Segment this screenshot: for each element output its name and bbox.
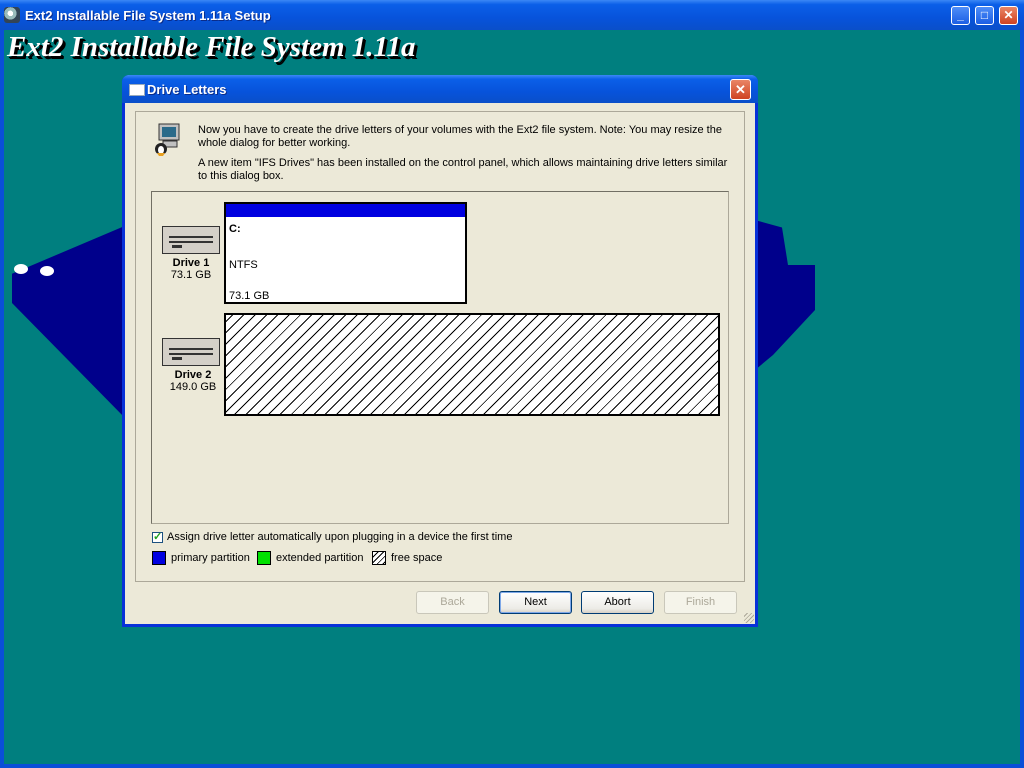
- computer-setup-icon: [155, 123, 180, 156]
- legend-primary: primary partition: [152, 551, 250, 565]
- finish-button[interactable]: Finish: [664, 591, 737, 614]
- drive-1-label: Drive 1 73.1 GB: [156, 257, 226, 281]
- partition-c[interactable]: C: NTFS 73.1 GB: [224, 202, 467, 304]
- instruction-text: Now you have to create the drive letters…: [198, 124, 722, 149]
- dialog-title: Drive Letters: [147, 82, 227, 97]
- drive-size: 149.0 GB: [169, 381, 217, 393]
- drive-letters-dialog: Drive Letters ✕ Now you have to create t…: [122, 75, 758, 627]
- minimize-button[interactable]: _: [951, 6, 970, 25]
- primary-swatch: [152, 551, 166, 565]
- legend-free-label: free space: [391, 552, 443, 564]
- free-swatch: [372, 551, 386, 565]
- disk-slot: [172, 245, 182, 248]
- legend-primary-label: primary partition: [171, 552, 250, 564]
- dialog-title-bar: Drive Letters ✕: [122, 75, 758, 103]
- setup-banner: Ext2 Installable File System 1.11a: [7, 31, 416, 63]
- back-button[interactable]: Back: [416, 591, 489, 614]
- legend-free: free space: [372, 551, 442, 565]
- maximize-button[interactable]: □: [975, 6, 994, 25]
- check-mark-icon: ✓: [153, 530, 163, 543]
- partition-letter: C:: [229, 223, 241, 235]
- content-panel: Now you have to create the drive letters…: [135, 111, 745, 582]
- window-icon: [129, 84, 145, 96]
- decorative-led: [14, 264, 28, 274]
- abort-button[interactable]: Abort: [581, 591, 654, 614]
- drive-size: 73.1 GB: [170, 269, 212, 281]
- primary-partition-bar: [226, 204, 465, 217]
- decorative-led: [40, 266, 54, 276]
- disk-slot: [172, 357, 182, 360]
- outer-window-title: Ext2 Installable File System 1.11a Setup: [25, 8, 271, 23]
- hard-disk-icon: [162, 338, 220, 366]
- extended-swatch: [257, 551, 271, 565]
- legend-extended: extended partition: [257, 551, 363, 565]
- legend-extended-label: extended partition: [276, 552, 364, 564]
- next-button[interactable]: Next: [499, 591, 572, 614]
- auto-assign-label[interactable]: Assign drive letter automatically upon p…: [167, 531, 512, 543]
- partition-size: 73.1 GB: [229, 290, 270, 302]
- hard-disk-icon: [162, 226, 220, 254]
- setup-app-icon: [4, 7, 20, 23]
- dialog-close-button[interactable]: ✕: [730, 79, 751, 100]
- drive-name: Drive 2: [174, 369, 212, 381]
- drive-2-label: Drive 2 149.0 GB: [158, 369, 228, 393]
- drive-name: Drive 1: [172, 257, 210, 269]
- auto-assign-row[interactable]: ✓ Assign drive letter automatically upon …: [152, 531, 512, 543]
- outer-close-button[interactable]: ✕: [999, 6, 1018, 25]
- drive-map-area: Drive 1 73.1 GB C: NTFS 73.1 GB Drive 2 …: [151, 191, 729, 524]
- partition-filesystem: NTFS: [229, 259, 258, 271]
- outer-title-bar: Ext2 Installable File System 1.11a Setup…: [0, 0, 1024, 30]
- control-panel-note: A new item "IFS Drives" has been install…: [198, 157, 728, 182]
- free-space-block[interactable]: [224, 313, 720, 416]
- resize-grip[interactable]: [744, 613, 754, 623]
- auto-assign-checkbox[interactable]: ✓: [152, 530, 163, 543]
